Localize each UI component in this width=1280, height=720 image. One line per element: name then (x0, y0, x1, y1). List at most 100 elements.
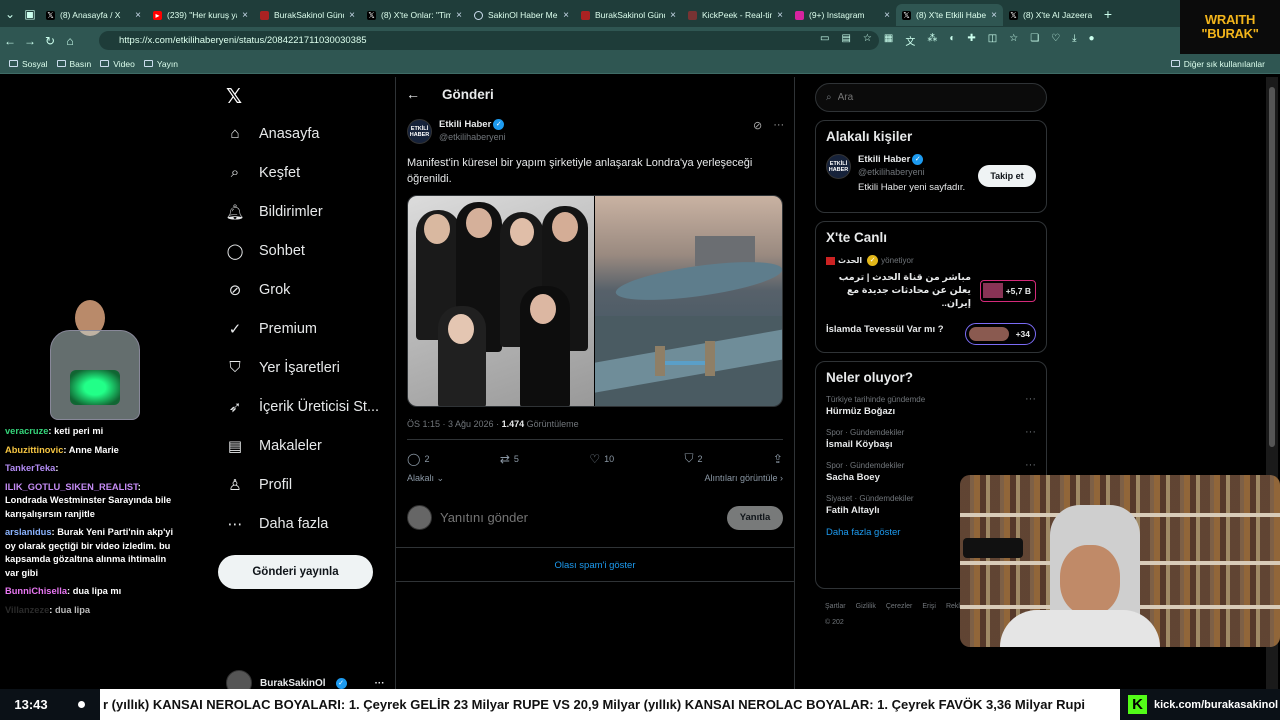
apps-icon[interactable]: ⁂ (927, 33, 937, 48)
nav-item[interactable]: ⛉ Yer İşaretleri (215, 348, 395, 387)
browser-tab[interactable]: 𝕏 (8) X'te Onlar: "Time × (361, 4, 468, 26)
close-icon[interactable]: × (670, 10, 676, 21)
close-icon[interactable]: × (242, 10, 248, 21)
close-icon[interactable]: × (456, 10, 462, 21)
nav-item[interactable]: ⋯ Daha fazla (215, 504, 395, 543)
bookmark-folder[interactable]: Yayın (143, 59, 178, 69)
address-bar[interactable]: https://x.com/etkilihaberyeni/status/208… (99, 31, 879, 50)
more-icon[interactable]: ··· (1025, 459, 1036, 471)
scrollbar-thumb[interactable] (1269, 87, 1275, 447)
chat-username[interactable]: ILIK_GOTLU_SIKEN_REALIST (5, 482, 138, 492)
repost-button[interactable]: ⇄ 5 (500, 451, 519, 466)
other-bookmarks[interactable]: Diğer sık kullanılanlar (1170, 59, 1265, 69)
back-icon[interactable]: ← (0, 34, 20, 48)
bookmark-button[interactable]: ⛉ 2 (684, 451, 702, 466)
footer-link[interactable]: Gizlilik (856, 599, 876, 615)
browser-tab-active[interactable]: 𝕏 (8) X'te Etkili Haber × (896, 4, 1003, 26)
post-author[interactable]: ETKİLİ HABER Etkili Haber ✓ @etkilihabery… (407, 119, 506, 144)
browser-tab[interactable]: SakinOl Haber Merkezi× (468, 4, 575, 26)
nav-item[interactable]: ⌂ Anasayfa (215, 114, 395, 153)
footer-link[interactable]: Erişi (922, 599, 936, 615)
browser-tab[interactable]: BurakSakinol Gündem× (575, 4, 682, 26)
favorites-icon[interactable]: ☆ (1009, 33, 1018, 48)
post-media[interactable] (407, 195, 783, 407)
screen-icon[interactable]: ▭ (820, 33, 829, 48)
tab-list-icon[interactable]: ⌄ (0, 7, 20, 21)
close-icon[interactable]: × (777, 10, 783, 21)
nav-item[interactable]: ◯ Sohbet (215, 231, 395, 270)
extension-icon[interactable]: ▦ (884, 33, 893, 48)
more-icon[interactable]: ··· (1025, 393, 1036, 405)
bookmark-folder[interactable]: Video (100, 59, 135, 69)
browser-tab[interactable]: BurakSakinol Gündem× (254, 4, 361, 26)
chat-username[interactable]: Villanzeze (5, 605, 49, 615)
footer-link[interactable]: Çerezler (886, 599, 912, 615)
london-photo[interactable] (595, 196, 782, 406)
close-icon[interactable]: × (349, 10, 355, 21)
live-title[interactable]: مباشر من قناة الحدث | ترمب يعلن عن محادث… (826, 271, 971, 310)
close-icon[interactable]: × (991, 10, 997, 21)
chat-username[interactable]: Abuzittinovic (5, 445, 63, 455)
search-field[interactable]: ⌕ (815, 83, 1047, 112)
chat-username[interactable]: veracruze (5, 426, 48, 436)
new-tab-icon[interactable]: + (1098, 6, 1118, 22)
nav-item[interactable]: ➶ İçerik Üreticisi St... (215, 387, 395, 426)
browser-tab[interactable]: KickPeek - Real-time× (682, 4, 789, 26)
bookmark-folder[interactable]: Basın (56, 59, 91, 69)
reload-icon[interactable]: ↻ (40, 34, 60, 48)
bookmark-folder[interactable]: Sosyal (9, 59, 48, 69)
close-icon[interactable]: × (563, 10, 569, 21)
search-input[interactable] (837, 92, 970, 103)
reply-button[interactable]: Yanıtla (727, 505, 783, 530)
chat-username[interactable]: arslanidus (5, 527, 52, 537)
like-button[interactable]: ♡ 10 (589, 451, 614, 466)
nav-item[interactable]: ⌕ Keşfet (215, 153, 395, 192)
share-button[interactable]: ⇪ (773, 451, 783, 466)
show-spam-link[interactable]: Olası spam'i göster (396, 560, 794, 571)
follow-button[interactable]: Takip et (978, 165, 1036, 187)
browser-tab[interactable]: ▸(239) "Her kuruş yazılı"× (147, 4, 254, 26)
browser-tab[interactable]: (9+) Instagram × (789, 4, 896, 26)
back-arrow-icon[interactable]: ← (406, 86, 420, 102)
browser-tab[interactable]: 𝕏 (8) X'te Al Jazeera (1003, 4, 1098, 26)
workspaces-icon[interactable]: ▣ (20, 7, 40, 21)
reader-icon[interactable]: ▤ (841, 33, 850, 48)
view-quotes-link[interactable]: Alıntıları görüntüle › (704, 473, 783, 484)
trend-item[interactable]: Türkiye tarihinde gündemde Hürmüz Boğazı ·… (826, 393, 1036, 417)
more-icon[interactable]: ··· (1025, 426, 1036, 438)
group-photo[interactable] (408, 196, 594, 406)
star-icon[interactable]: ☆ (863, 33, 872, 48)
more-icon[interactable]: ··· (773, 119, 784, 132)
live-host[interactable]: الحدث ✓ yönetiyor (826, 255, 1036, 266)
space-listeners-badge[interactable]: +34 (965, 323, 1036, 345)
profile-avatar[interactable]: ● (1089, 33, 1095, 48)
chat-username[interactable]: BunniChisella (5, 586, 67, 596)
nav-item[interactable]: ✓ Premium (215, 309, 395, 348)
collections-icon[interactable]: ❏ (1030, 33, 1039, 48)
nav-item[interactable]: 🔔︎ Bildirimler (215, 192, 395, 231)
extension-icon[interactable]: ◐ (949, 33, 955, 48)
reply-button[interactable]: ◯ 2 (407, 451, 429, 466)
chat-username[interactable]: TankerTeka (5, 463, 55, 473)
translate-icon[interactable]: 文 (905, 33, 915, 48)
home-icon[interactable]: ⌂ (60, 34, 80, 48)
footer-link[interactable]: Şartlar (825, 599, 846, 615)
nav-item[interactable]: ▤ Makaleler (215, 426, 395, 465)
footer-link[interactable]: © 202 (825, 615, 844, 631)
puzzle-icon[interactable]: ✚ (967, 33, 975, 48)
grok-icon[interactable]: ⊘ (753, 119, 762, 132)
forward-icon[interactable]: → (20, 34, 40, 48)
download-icon[interactable]: ⤓ (1072, 33, 1076, 48)
close-icon[interactable]: × (135, 10, 141, 21)
nav-item[interactable]: ⊘ Grok (215, 270, 395, 309)
live-listeners-badge[interactable]: +5,7 B (980, 280, 1036, 302)
reply-input[interactable] (440, 510, 719, 525)
more-icon[interactable]: ··· (375, 678, 385, 689)
heart-icon[interactable]: ♡ (1051, 33, 1060, 48)
close-icon[interactable]: × (884, 10, 890, 21)
browser-tab[interactable]: 𝕏 (8) Anasayfa / X × (40, 4, 147, 26)
trend-item[interactable]: Spor · Gündemdekiler İsmail Köybaşı ··· (826, 426, 1036, 450)
relevance-dropdown[interactable]: Alakalı ⌄ (407, 473, 444, 484)
split-icon[interactable]: ◫ (988, 33, 997, 48)
nav-item[interactable]: ♙ Profil (215, 465, 395, 504)
